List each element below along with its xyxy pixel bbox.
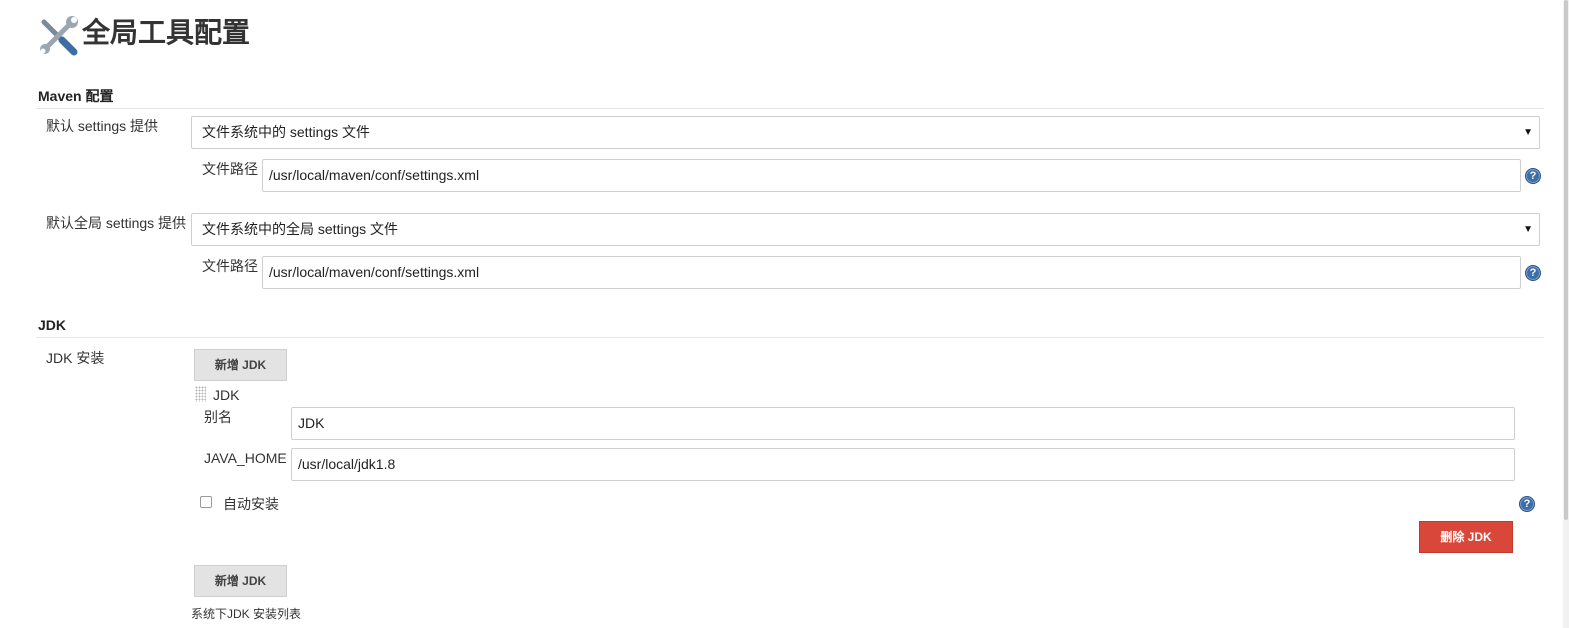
settings-provider-value: 文件系统中的 settings 文件: [202, 124, 371, 140]
scrollbar-thumb[interactable]: [1564, 0, 1568, 520]
java-home-label: JAVA_HOME: [204, 450, 287, 466]
help-icon[interactable]: ?: [1525, 168, 1541, 184]
add-jdk-button-2[interactable]: 新增 JDK: [194, 565, 287, 597]
global-settings-path-label: 文件路径: [202, 258, 258, 274]
settings-provider-label: 默认 settings 提供: [46, 118, 159, 134]
jdk-list-caption: 系统下JDK 安装列表: [191, 607, 302, 621]
caret-down-icon: ▼: [1523, 224, 1533, 235]
settings-provider-select[interactable]: 文件系统中的 settings 文件 ▼: [191, 116, 1540, 149]
maven-section-title: Maven 配置: [38, 88, 114, 104]
caret-down-icon: ▼: [1523, 127, 1533, 138]
help-icon[interactable]: ?: [1525, 265, 1541, 281]
help-icon[interactable]: ?: [1519, 496, 1535, 512]
jdk-section-title: JDK: [38, 317, 67, 333]
page-title: 全局工具配置: [82, 16, 251, 49]
global-settings-provider-select[interactable]: 文件系统中的全局 settings 文件 ▼: [191, 213, 1540, 246]
jdk-install-label: JDK 安装: [46, 350, 105, 366]
auto-install-label: 自动安装: [223, 496, 279, 512]
java-home-input[interactable]: /usr/local/jdk1.8: [291, 448, 1515, 481]
jdk-alias-input[interactable]: JDK: [291, 407, 1515, 440]
tools-icon: [36, 14, 80, 58]
section-divider: [36, 108, 1544, 109]
global-settings-provider-value: 文件系统中的全局 settings 文件: [202, 221, 399, 237]
settings-path-label: 文件路径: [202, 161, 258, 177]
global-settings-provider-label: 默认全局 settings 提供: [46, 215, 187, 231]
jdk-alias-label: 别名: [204, 409, 232, 425]
jdk-item-header: JDK: [213, 387, 240, 403]
auto-install-checkbox[interactable]: [200, 496, 212, 508]
add-jdk-button[interactable]: 新增 JDK: [194, 349, 287, 381]
delete-jdk-button[interactable]: 删除 JDK: [1419, 521, 1513, 553]
global-settings-path-input[interactable]: /usr/local/maven/conf/settings.xml: [262, 256, 1521, 289]
drag-handle-icon[interactable]: [195, 386, 206, 402]
section-divider: [36, 337, 1544, 338]
settings-path-input[interactable]: /usr/local/maven/conf/settings.xml: [262, 159, 1521, 192]
